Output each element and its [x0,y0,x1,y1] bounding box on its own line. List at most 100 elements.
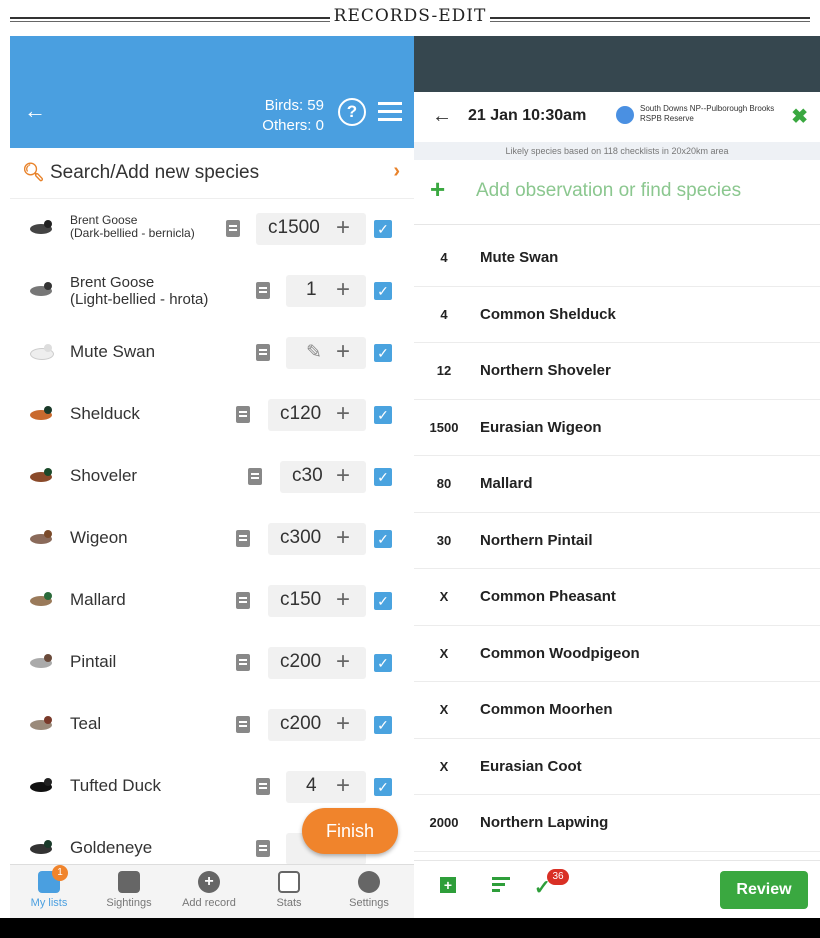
checkbox[interactable]: ✓ [374,468,392,486]
birds-count: Birds: 59 [264,97,324,114]
list-item[interactable]: Brent Goose (Dark-bellied - bernicla) c1… [10,198,414,260]
pencil-icon[interactable]: ✎ [306,341,322,364]
notes-icon[interactable] [256,840,270,857]
table-row[interactable]: X Common Moorhen [414,682,820,739]
search-add-species[interactable]: 🔍︎ Search/Add new species › [10,148,414,199]
table-row[interactable]: X Eurasian Coot [414,739,820,795]
plus-icon[interactable]: + [336,710,350,738]
sort-icon[interactable] [492,877,510,895]
plus-icon[interactable]: + [336,772,350,800]
notes-icon[interactable] [226,220,240,237]
count-box[interactable] [286,771,366,803]
table-row[interactable]: 12 Northern Shoveler [414,343,820,400]
notes-icon[interactable] [256,282,270,299]
nav-label: Sightings [106,897,152,909]
checklist-toolbar: + ✓ 36 Review [414,860,820,918]
obs-count: X [439,589,449,604]
count-value[interactable]: c200 [280,713,321,735]
count-box[interactable] [286,275,366,307]
add-species-icon[interactable]: + [440,877,456,893]
plus-icon[interactable]: + [336,338,350,366]
obs-count: X [439,758,449,774]
table-row[interactable]: 2000 Northern Lapwing [414,795,820,852]
count-value[interactable]: c150 [280,589,321,611]
nav-stats[interactable]: Stats [254,871,324,909]
plus-icon[interactable]: + [336,524,350,552]
plus-icon[interactable]: + [336,462,350,490]
list-item[interactable]: Shoveler c30 + ✓ [10,446,414,508]
checkbox[interactable]: ✓ [374,282,392,300]
close-icon[interactable]: ✖ [791,104,808,129]
help-icon[interactable]: ? [338,98,366,126]
list-item[interactable]: Brent Goose (Light-bellied - hrota) 1 + … [10,260,414,322]
table-row[interactable]: 4 Mute Swan [414,230,820,287]
nav-my-lists[interactable]: 1 My lists [14,865,84,909]
checkbox[interactable]: ✓ [374,220,392,238]
table-row[interactable]: 30 Northern Pintail [414,513,820,569]
count-value[interactable]: c300 [280,527,321,549]
checkbox[interactable]: ✓ [374,654,392,672]
nav-settings[interactable]: Settings [334,871,404,909]
table-row[interactable]: 80 Mallard [414,456,820,513]
plus-icon[interactable]: + [336,648,350,676]
species-name: Shelduck [70,404,140,423]
species-name: Brent Goose (Dark-bellied - bernicla) [70,213,195,240]
list-item[interactable]: Mute Swan ✎ + ✓ [10,322,414,384]
count-value[interactable]: 4 [306,775,317,797]
list-item[interactable]: Mallard c150 + ✓ [10,570,414,632]
checkbox[interactable]: ✓ [374,778,392,796]
list-item[interactable]: Wigeon c300 + ✓ [10,508,414,570]
notes-icon[interactable] [236,716,250,733]
plus-icon[interactable]: + [336,214,350,242]
back-arrow-icon[interactable]: ← [24,98,46,124]
notes-icon[interactable] [236,530,250,547]
finish-button[interactable]: Finish [302,808,398,854]
species-name: Tufted Duck [70,776,162,795]
nav-add-record[interactable]: + Add record [174,871,244,909]
count-value[interactable]: c120 [280,403,321,425]
list-item[interactable]: Teal c200 + ✓ [10,694,414,756]
checkbox[interactable]: ✓ [374,344,392,362]
back-arrow-icon[interactable]: ← [432,105,452,128]
nav-sightings[interactable]: Sightings [94,871,164,909]
right-app: ← 21 Jan 10:30am South Downs NP--Pulboro… [414,36,820,918]
notes-icon[interactable] [248,468,262,485]
checkbox[interactable]: ✓ [374,406,392,424]
plus-icon[interactable]: + [336,586,350,614]
table-row[interactable]: X Common Pheasant [414,569,820,626]
notes-icon[interactable] [236,592,250,609]
count-box[interactable] [286,337,366,369]
nav-label: Add record [182,897,236,909]
table-row[interactable]: 4 Common Shelduck [414,287,820,343]
obs-species: Northern Lapwing [480,814,609,831]
review-button[interactable]: Review [720,871,808,909]
count-value[interactable]: c30 [292,465,323,487]
list-icon: 1 [38,865,68,893]
plus-icon[interactable]: + [336,276,350,304]
list-item[interactable]: Shelduck c120 + ✓ [10,384,414,446]
count-value[interactable]: 1 [306,279,317,301]
add-observation[interactable]: + Add observation or find species [414,160,820,225]
checkbox[interactable]: ✓ [374,592,392,610]
notes-icon[interactable] [236,406,250,423]
bottom-nav: 1 My lists Sightings + Add record Stats … [10,864,414,918]
bird-thumbnail-icon [22,466,58,488]
count-value[interactable]: c200 [280,651,321,673]
left-header: ← Birds: 59 Others: 0 ? [10,36,414,148]
plus-icon[interactable]: + [336,400,350,428]
notes-icon[interactable] [256,778,270,795]
count-value[interactable]: c1500 [268,217,320,239]
filter-icon[interactable] [378,102,402,122]
species-name: Shoveler [70,466,138,485]
checklist-datetime[interactable]: 21 Jan 10:30am [468,107,586,125]
checkbox[interactable]: ✓ [374,716,392,734]
species-count-badge: 36 [547,869,569,885]
table-row[interactable]: X Common Woodpigeon [414,626,820,682]
list-item[interactable]: Pintail c200 + ✓ [10,632,414,694]
table-row[interactable]: 1500 Eurasian Wigeon [414,400,820,456]
chevron-right-icon[interactable]: › [393,160,400,183]
notes-icon[interactable] [256,344,270,361]
checklist-location[interactable]: South Downs NP--Pulborough Brooks RSPB R… [640,104,780,124]
notes-icon[interactable] [236,654,250,671]
checkbox[interactable]: ✓ [374,530,392,548]
